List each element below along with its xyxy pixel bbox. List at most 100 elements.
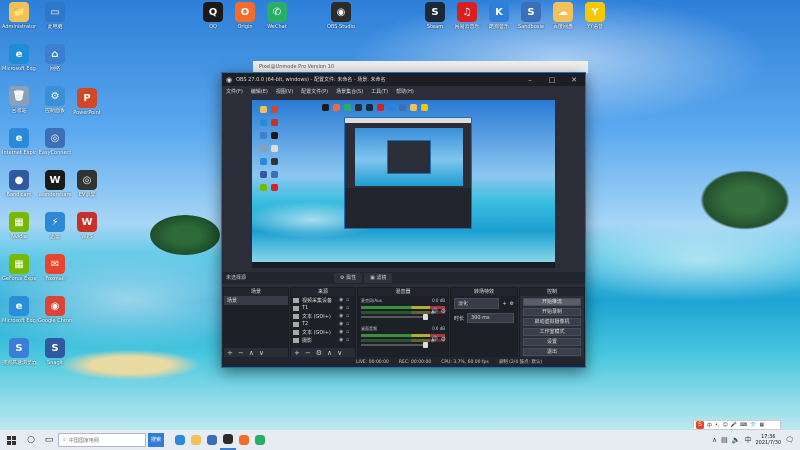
punctuation-icon[interactable]: •, <box>715 422 720 428</box>
desktop-icon[interactable]: ▦ GeForce Experience <box>2 254 36 282</box>
source-item[interactable]: T1 ◉ ▫ <box>291 304 355 312</box>
desktop-icon[interactable]: ✆ WeChat <box>260 2 294 30</box>
close-icon[interactable]: ✕ <box>563 76 585 84</box>
lock-icon[interactable]: ▫ <box>346 337 353 343</box>
desktop-icon[interactable]: W Wondershare <box>38 170 72 198</box>
gear-icon[interactable]: ⚙ <box>441 336 446 343</box>
search-input[interactable]: ⌕ 中国国家电网 <box>58 433 146 447</box>
taskbar-app-icon[interactable] <box>204 430 220 450</box>
eye-icon[interactable]: ◉ <box>339 321 346 327</box>
desktop-icon[interactable]: K 酷狗音乐 <box>482 2 516 30</box>
lock-icon[interactable]: ▫ <box>346 297 353 303</box>
desktop-icon[interactable]: Y YY语音 <box>578 2 612 30</box>
tab-properties[interactable]: ⚙ 属性 <box>334 273 363 283</box>
start-virtual-camera-button[interactable]: 启动虚拟摄像机 <box>523 318 581 326</box>
volume-slider[interactable] <box>361 314 429 320</box>
add-scene-icon[interactable]: + <box>227 349 233 357</box>
minimize-icon[interactable]: – <box>519 76 541 84</box>
menu-profile[interactable]: 配置文件(P) <box>301 88 328 95</box>
speaker-icon[interactable]: 🔊 <box>431 336 438 343</box>
source-item[interactable]: 文本 (GDI+) ◉ ▫ <box>291 328 355 336</box>
source-settings-icon[interactable]: ⚙ <box>316 349 322 357</box>
taskbar-app-icon[interactable] <box>220 430 236 450</box>
desktop-icon[interactable]: ● Bandicam <box>2 170 36 198</box>
desktop-icon[interactable]: W WPS <box>70 212 104 240</box>
exit-button[interactable]: 退出 <box>523 348 581 356</box>
remove-source-icon[interactable]: − <box>305 349 311 357</box>
desktop-icon[interactable]: e Microsoft Edge <box>2 296 36 324</box>
add-source-icon[interactable]: + <box>294 349 300 357</box>
desktop-icon[interactable]: ◉ Google Chrome <box>38 296 72 324</box>
network-icon[interactable]: ▤ <box>721 436 728 444</box>
ime-mode-label[interactable]: 中 <box>707 422 712 429</box>
desktop-icon[interactable]: ⚡ 迅雷 <box>38 212 72 240</box>
lock-icon[interactable]: ▫ <box>346 313 353 319</box>
taskbar-app-icon[interactable] <box>236 430 252 450</box>
lock-icon[interactable]: ▫ <box>346 329 353 335</box>
desktop-icon[interactable]: ☁ 百度网盘 <box>546 2 580 30</box>
volume-icon[interactable]: 🔈 <box>732 436 741 444</box>
menu-scene-collection[interactable]: 场景集合(S) <box>336 88 363 95</box>
search-button[interactable]: 搜索 <box>148 433 164 447</box>
desktop-icon[interactable]: ▭ 此电脑 <box>38 2 72 30</box>
menu-edit[interactable]: 编辑(E) <box>251 88 268 95</box>
microphone-icon[interactable]: 🎤 <box>731 422 737 428</box>
speaker-icon[interactable]: 🔊 <box>431 308 438 315</box>
settings-button[interactable]: 设置 <box>523 338 581 346</box>
ime-indicator[interactable]: 中 <box>744 435 751 445</box>
menu-tools[interactable]: 工具(T) <box>371 88 388 95</box>
gear-icon[interactable]: ⚙ <box>441 308 446 315</box>
ime-toolbar[interactable]: S 中 •, ☺ 🎤 ⌨ 👕 ▦ <box>693 420 781 430</box>
desktop-icon[interactable]: O Origin <box>228 2 262 30</box>
desktop-icon[interactable]: ⌂ 网络 <box>38 44 72 72</box>
taskbar-app-icon[interactable] <box>172 430 188 450</box>
desktop-icon[interactable]: ◎ EV录屏 <box>70 170 104 198</box>
transition-select[interactable]: 淡化 <box>454 298 500 309</box>
scene-item[interactable]: 场景 <box>224 296 288 305</box>
obs-titlebar[interactable]: ◉ OBS 27.0.0 (64-bit, windows) - 配置文件: 未… <box>222 73 585 86</box>
eye-icon[interactable]: ◉ <box>339 313 346 319</box>
emoji-icon[interactable]: ☺ <box>723 422 728 428</box>
studio-mode-button[interactable]: 工作室模式 <box>523 328 581 336</box>
eye-icon[interactable]: ◉ <box>339 305 346 311</box>
maximize-icon[interactable]: □ <box>541 76 563 84</box>
eye-icon[interactable]: ◉ <box>339 337 346 343</box>
desktop-icon[interactable]: e Internet Explorer <box>2 128 36 156</box>
menu-help[interactable]: 帮助(H) <box>396 88 414 95</box>
desktop-icon[interactable]: 📁 Administrator <box>2 2 36 30</box>
desktop-icon[interactable]: Q QQ <box>196 2 230 30</box>
notification-icon[interactable]: 🗨 <box>785 436 794 444</box>
lock-icon[interactable]: ▫ <box>346 321 353 327</box>
move-down-icon[interactable]: ∨ <box>337 349 342 357</box>
desktop-icon[interactable]: ▦ Nvidia <box>2 212 36 240</box>
eye-icon[interactable]: ◉ <box>339 297 346 303</box>
desktop-icon[interactable]: ◎ EasyConnect <box>38 128 72 156</box>
source-item[interactable]: 视频采集设备 ◉ ▫ <box>291 296 355 304</box>
desktop-icon[interactable]: 🗑 回收站 <box>2 86 36 114</box>
clock[interactable]: 17:36 2021/7/30 <box>755 434 781 446</box>
tab-filters[interactable]: ▣ 滤镜 <box>364 273 393 283</box>
desktop-icon[interactable]: ◉ OBS Studio <box>324 2 358 30</box>
start-button[interactable] <box>0 430 22 450</box>
menu-file[interactable]: 文件(F) <box>226 88 243 95</box>
move-up-icon[interactable]: ∧ <box>249 349 254 357</box>
desktop-icon[interactable]: S 搜狗高速浏览器 <box>2 338 36 366</box>
desktop-icon[interactable]: e Microsoft Edge <box>2 44 36 72</box>
desktop-icon[interactable]: S Snagit <box>38 338 72 366</box>
start-streaming-button[interactable]: 开始推流 <box>523 298 581 306</box>
remove-scene-icon[interactable]: − <box>238 349 244 357</box>
menu-view[interactable]: 视图(V) <box>276 88 293 95</box>
tray-overflow-icon[interactable]: ∧ <box>712 436 717 444</box>
task-view-icon[interactable]: ▭ <box>40 430 58 450</box>
obs-preview[interactable] <box>252 100 555 268</box>
eye-icon[interactable]: ◉ <box>339 329 346 335</box>
taskbar-app-icon[interactable] <box>252 430 268 450</box>
start-recording-button[interactable]: 开始录制 <box>523 308 581 316</box>
move-up-icon[interactable]: ∧ <box>327 349 332 357</box>
desktop-icon[interactable]: P PowerPoint <box>70 88 104 116</box>
desktop-icon[interactable]: S Sandboxie <box>514 2 548 30</box>
obs-window[interactable]: ◉ OBS 27.0.0 (64-bit, windows) - 配置文件: 未… <box>221 72 586 368</box>
taskbar-app-icon[interactable] <box>188 430 204 450</box>
desktop-icon[interactable]: ✉ Foxmail <box>38 254 72 282</box>
move-down-icon[interactable]: ∨ <box>259 349 264 357</box>
